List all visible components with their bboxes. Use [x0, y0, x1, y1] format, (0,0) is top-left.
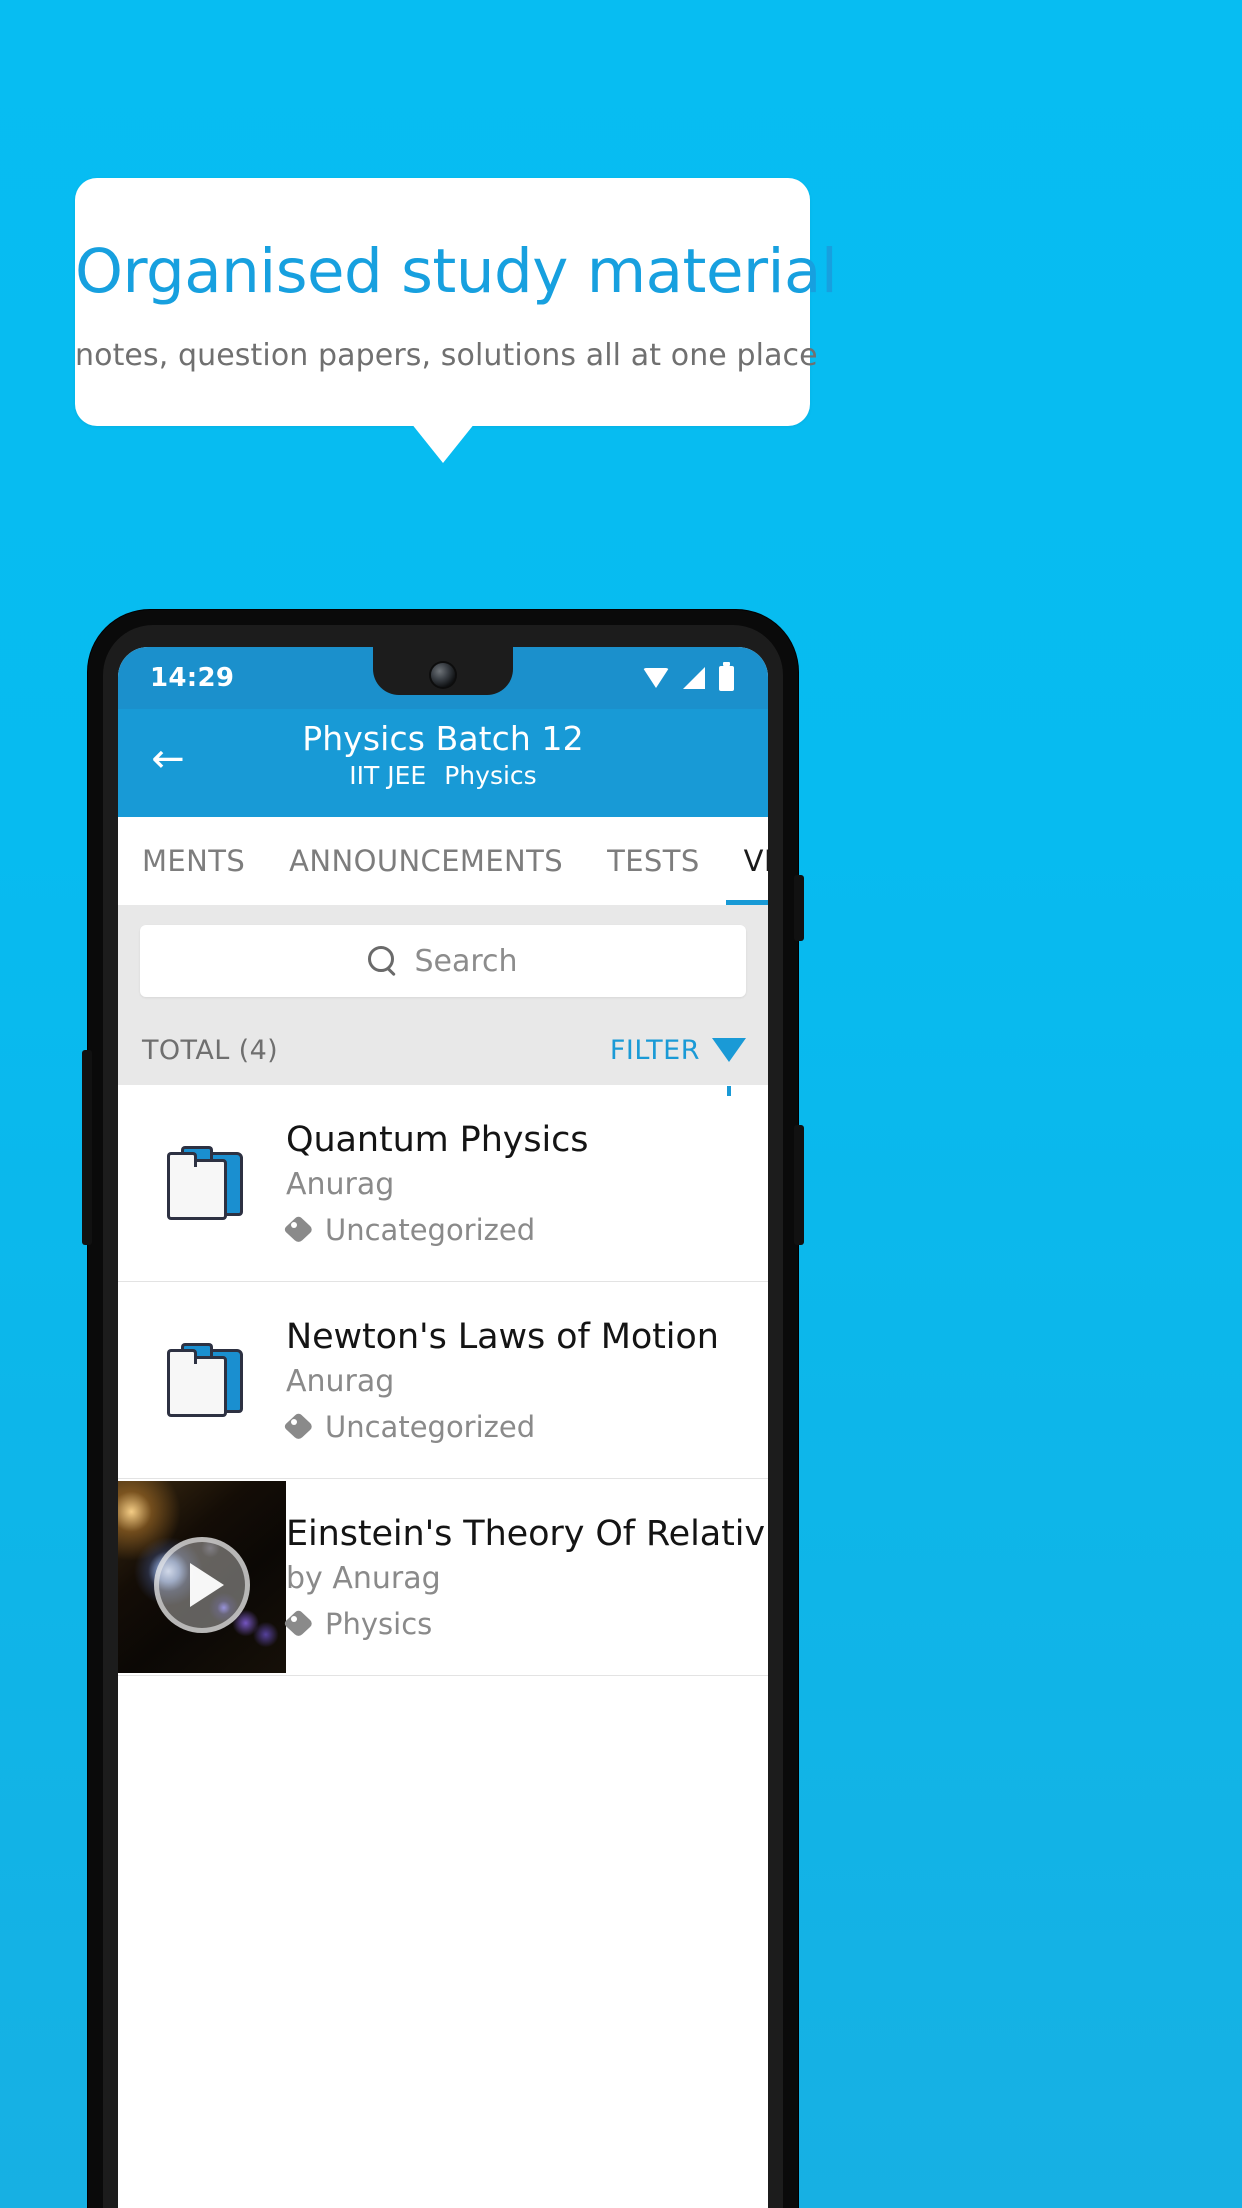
subtitle-exam: IIT JEE — [349, 761, 427, 790]
list-item-tag: Uncategorized — [325, 1212, 536, 1247]
promo-subtitle: notes, question papers, solutions all at… — [75, 338, 818, 373]
list-item[interactable]: Einstein's Theory Of Relativity by Anura… — [118, 1479, 768, 1676]
tag-icon — [286, 1415, 314, 1439]
phone-screen: 14:29 ← Physics Batch 12 IIT JEEPhysics — [118, 647, 768, 2208]
page-subtitle: IIT JEE Physics — [118, 761, 768, 790]
page-title: Physics Batch 12 — [302, 719, 584, 758]
phone-mockup: 14:29 ← Physics Batch 12 IIT JEEPhysics — [82, 610, 804, 2208]
app-bar-titles: Physics Batch 12 IIT JEE Physics — [118, 719, 768, 790]
total-count-label: TOTAL (4) — [142, 1034, 279, 1066]
folder-icon — [167, 1343, 243, 1417]
list-item-icon — [118, 1146, 286, 1220]
list-item-tag: Uncategorized — [325, 1409, 536, 1444]
tab-videos-label: VIDEOS — [743, 844, 768, 878]
tab-announcements[interactable]: ANNOUNCEMENTS — [267, 817, 585, 905]
phone-power-button[interactable] — [794, 875, 804, 941]
list-item-body: Einstein's Theory Of Relativity by Anura… — [286, 1514, 768, 1641]
battery-icon — [719, 661, 734, 691]
signal-icon — [683, 667, 705, 689]
list-item-title: Quantum Physics — [286, 1119, 589, 1160]
list-item-body: Newton's Laws of Motion Anurag Uncategor… — [286, 1317, 768, 1444]
search-section: Search — [118, 905, 768, 1015]
funnel-icon — [712, 1038, 746, 1096]
phone-side-button[interactable] — [82, 1050, 92, 1245]
list-item-body: Quantum Physics Anurag Uncategorized — [286, 1120, 768, 1247]
promo-card: Organised study material notes, question… — [75, 178, 838, 426]
tab-announcements-label: ANNOUNCEMENTS — [289, 844, 564, 878]
tab-tests[interactable]: TESTS — [585, 817, 722, 905]
list-item-author: Anurag — [286, 1166, 395, 1202]
list-item-tag-row: Uncategorized — [286, 1213, 750, 1247]
filter-button[interactable]: FILTER — [609, 1034, 746, 1096]
list-item[interactable]: Quantum Physics Anurag Uncategorized — [118, 1085, 768, 1282]
search-placeholder: Search — [414, 943, 518, 979]
play-triangle — [189, 1562, 224, 1607]
tab-videos[interactable]: VIDEOS — [722, 817, 768, 905]
folder-front — [167, 1349, 227, 1417]
search-icon — [368, 946, 398, 976]
list-item-tag-row: Physics — [286, 1607, 750, 1641]
screenshot-root: Organised study material notes, question… — [0, 0, 1242, 2208]
list-item-tag-row: Uncategorized — [286, 1410, 750, 1444]
folder-front — [167, 1152, 227, 1220]
list-item-title: Einstein's Theory Of Relativity — [286, 1513, 768, 1554]
list-item-author: Anurag — [286, 1363, 395, 1399]
tab-assignments-label: MENTS — [142, 844, 246, 878]
tag-icon — [286, 1612, 314, 1636]
status-time: 14:29 — [150, 663, 235, 693]
app-bar: ← Physics Batch 12 IIT JEE Physics — [118, 709, 768, 817]
folder-icon — [167, 1146, 243, 1220]
list-item-icon — [118, 1343, 286, 1417]
list-item-author: by Anurag — [286, 1560, 441, 1596]
content-list: Quantum Physics Anurag Uncategorized New… — [118, 1085, 768, 1676]
phone-volume-button[interactable] — [794, 1125, 804, 1245]
video-thumbnail[interactable] — [118, 1481, 286, 1673]
tab-tests-label: TESTS — [607, 844, 700, 878]
tab-assignments[interactable]: MENTS — [118, 817, 267, 905]
promo-title: Organised study material — [75, 236, 838, 307]
list-item-title: Newton's Laws of Motion — [286, 1316, 719, 1357]
wifi-icon — [643, 668, 669, 688]
tab-bar: MENTS ANNOUNCEMENTS TESTS VIDEOS — [118, 817, 768, 905]
list-item-tag: Physics — [325, 1606, 433, 1641]
subtitle-subject: Physics — [444, 761, 537, 790]
tag-icon — [286, 1218, 314, 1242]
status-icons — [643, 661, 734, 691]
promo-card-tail — [411, 423, 475, 463]
search-input[interactable]: Search — [140, 925, 746, 997]
list-toolbar: TOTAL (4) FILTER — [118, 1015, 768, 1096]
filter-label: FILTER — [609, 1034, 700, 1066]
list-item[interactable]: Newton's Laws of Motion Anurag Uncategor… — [118, 1282, 768, 1479]
front-camera-icon — [431, 663, 455, 687]
play-icon[interactable] — [154, 1536, 250, 1633]
